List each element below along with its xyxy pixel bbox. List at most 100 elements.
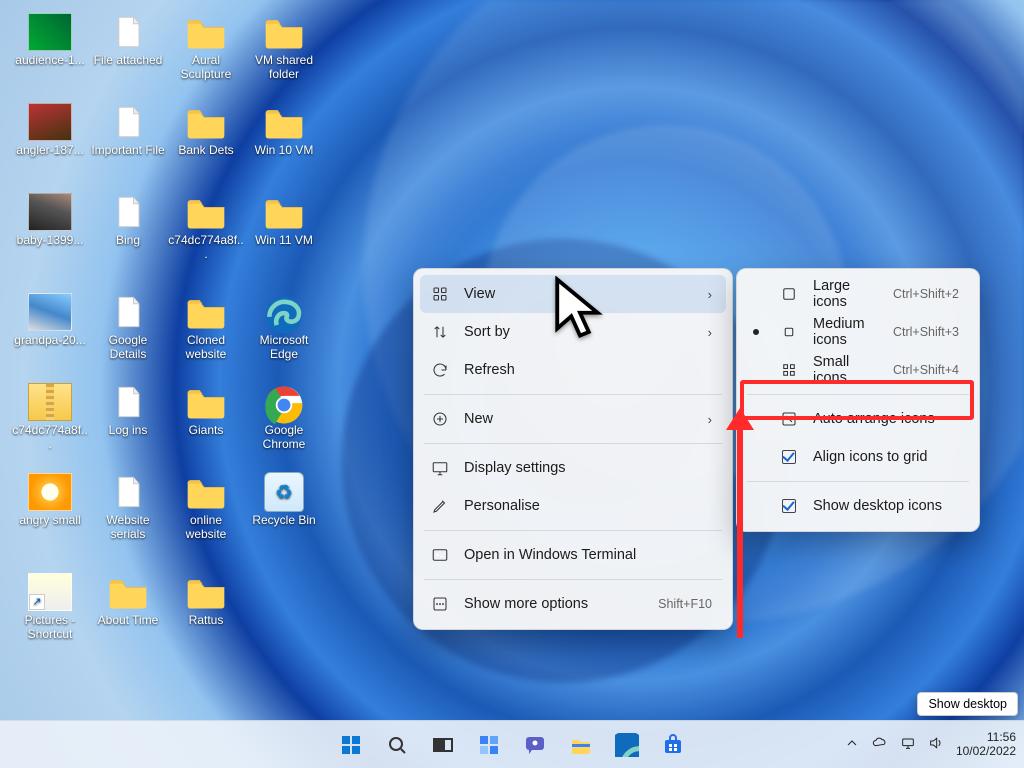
desktop-icon[interactable]: File attached <box>90 12 166 68</box>
file-icon <box>104 472 152 512</box>
auto-icon <box>779 410 799 428</box>
desktop-icon[interactable]: Win 11 VM <box>246 192 322 248</box>
desktop-icon-label: File attached <box>90 54 166 68</box>
file-icon <box>104 292 152 332</box>
desktop-icon[interactable]: Bing <box>90 192 166 248</box>
desktop-icon-label: Bank Dets <box>168 144 244 158</box>
menu-item-label: Large icons <box>813 278 879 310</box>
menu-item[interactable]: Show desktop icons <box>743 487 973 525</box>
taskbar: 11:56 10/02/2022 <box>0 720 1024 768</box>
view-submenu: Large iconsCtrl+Shift+2Medium iconsCtrl+… <box>736 268 980 532</box>
folder-icon <box>260 192 308 232</box>
folder-icon <box>182 382 230 422</box>
desktop-icon[interactable]: angry small <box>12 472 88 528</box>
desktop-icon-label: baby-1399... <box>12 234 88 248</box>
menu-item[interactable]: Open in Windows Terminal <box>420 536 726 574</box>
menu-item[interactable]: Personalise <box>420 487 726 525</box>
desktop-icon[interactable]: Rattus <box>168 572 244 628</box>
lg-icon <box>779 285 799 303</box>
desktop-icon[interactable]: Giants <box>168 382 244 438</box>
menu-item-label: New <box>464 411 694 427</box>
desktop-icon[interactable]: Pictures - Shortcut <box>12 572 88 642</box>
folder-icon <box>182 102 230 142</box>
menu-item-accelerator: Shift+F10 <box>658 597 712 611</box>
menu-item[interactable]: View› <box>420 275 726 313</box>
menu-item[interactable]: Refresh <box>420 351 726 389</box>
desktop-icon[interactable]: Bank Dets <box>168 102 244 158</box>
desktop-icon[interactable]: Recycle Bin <box>246 472 322 528</box>
desktop-icon[interactable]: Cloned website <box>168 292 244 362</box>
desktop-icon[interactable]: Aural Sculpture <box>168 12 244 82</box>
desktop-icon-label: Log ins <box>90 424 166 438</box>
taskbar-edge-button[interactable] <box>607 725 647 765</box>
desktop-icon[interactable]: Google Details <box>90 292 166 362</box>
taskbar-store-button[interactable] <box>653 725 693 765</box>
desktop-icon-label: About Time <box>90 614 166 628</box>
desktop-icon[interactable]: audience-1... <box>12 12 88 68</box>
thumb-icon <box>26 192 74 232</box>
taskbar-taskview-button[interactable] <box>423 725 463 765</box>
onedrive-icon[interactable] <box>872 735 888 754</box>
thumb-icon <box>26 572 74 612</box>
plus-icon <box>430 410 450 428</box>
desktop-icon[interactable]: online website <box>168 472 244 542</box>
menu-item-label: Auto arrange icons <box>813 411 959 427</box>
menu-item[interactable]: Display settings <box>420 449 726 487</box>
more-icon <box>430 595 450 613</box>
network-icon[interactable] <box>900 735 916 754</box>
desktop-icon[interactable]: Important File <box>90 102 166 158</box>
menu-item-label: Refresh <box>464 362 712 378</box>
taskbar-widgets-button[interactable] <box>469 725 509 765</box>
recycle-icon <box>260 472 308 512</box>
folder-icon <box>182 12 230 52</box>
chevron-right-icon: › <box>708 325 712 340</box>
menu-item[interactable]: Large iconsCtrl+Shift+2 <box>743 275 973 313</box>
taskbar-start-button[interactable] <box>331 725 371 765</box>
taskbar-search-button[interactable] <box>377 725 417 765</box>
desktop-icon[interactable]: c74dc774a8f... <box>168 192 244 262</box>
desktop-icon[interactable]: VM shared folder <box>246 12 322 82</box>
menu-item[interactable]: Show more optionsShift+F10 <box>420 585 726 623</box>
thumb-icon <box>26 292 74 332</box>
taskbar-clock[interactable]: 11:56 10/02/2022 <box>956 731 1016 759</box>
menu-item[interactable]: New › <box>420 400 726 438</box>
desktop-icon-label: Important File <box>90 144 166 158</box>
desktop-icon[interactable]: c74dc774a8f... <box>12 382 88 452</box>
chevron-right-icon: › <box>708 412 712 427</box>
tray-chevron-icon[interactable] <box>844 735 860 754</box>
desktop-icon[interactable]: angler-187... <box>12 102 88 158</box>
desktop-icon[interactable]: Google Chrome <box>246 382 322 452</box>
desktop-icon[interactable]: About Time <box>90 572 166 628</box>
menu-item[interactable]: Sort by› <box>420 313 726 351</box>
desktop-icon-label: Giants <box>168 424 244 438</box>
menu-item[interactable]: Medium iconsCtrl+Shift+3 <box>743 313 973 351</box>
desktop-icon-label: audience-1... <box>12 54 88 68</box>
desktop-icon-label: Microsoft Edge <box>246 334 322 362</box>
menu-item[interactable]: Auto arrange icons <box>743 400 973 438</box>
desktop-icon[interactable]: Log ins <box>90 382 166 438</box>
thumb-icon <box>26 472 74 512</box>
desktop-icon[interactable]: Microsoft Edge <box>246 292 322 362</box>
taskbar-chat-button[interactable] <box>515 725 555 765</box>
zip-icon <box>26 382 74 422</box>
desktop-icon-label: grandpa-20... <box>12 334 88 348</box>
desktop-context-menu: View›Sort by› Refresh New › Display settings… <box>413 268 733 630</box>
desktop-icon[interactable]: Website serials <box>90 472 166 542</box>
desktop-icon[interactable]: grandpa-20... <box>12 292 88 348</box>
system-tray[interactable]: 11:56 10/02/2022 <box>844 731 1016 759</box>
folder-icon <box>182 292 230 332</box>
menu-item[interactable]: Small iconsCtrl+Shift+4 <box>743 351 973 389</box>
menu-item[interactable]: Align icons to grid <box>743 438 973 476</box>
desktop-icon-label: VM shared folder <box>246 54 322 82</box>
desktop-icon[interactable]: Win 10 VM <box>246 102 322 158</box>
volume-icon[interactable] <box>928 735 944 754</box>
desktop-icon-label: Website serials <box>90 514 166 542</box>
taskbar-explorer-button[interactable] <box>561 725 601 765</box>
desktop-icon-label: online website <box>168 514 244 542</box>
show-desktop-tooltip: Show desktop <box>917 692 1018 716</box>
desktop-icon-label: Google Details <box>90 334 166 362</box>
menu-item-label: Open in Windows Terminal <box>464 547 712 563</box>
menu-item-label: Small icons <box>813 354 879 386</box>
desktop-icon-label: Pictures - Shortcut <box>12 614 88 642</box>
desktop-icon[interactable]: baby-1399... <box>12 192 88 248</box>
